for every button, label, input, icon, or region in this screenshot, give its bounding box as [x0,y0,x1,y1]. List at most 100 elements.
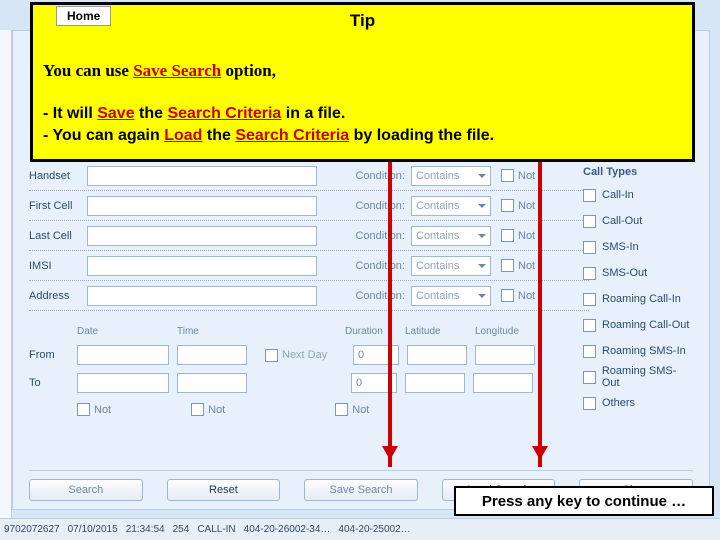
status-cell1: 404-20-26002-34… [244,524,331,535]
to-time-input[interactable] [177,373,247,393]
ct-roaming-call-in[interactable]: Roaming Call-In [583,286,693,312]
left-panel-edge [0,30,12,518]
checkbox-icon [583,189,596,202]
checkbox-icon [583,319,596,332]
lastcell-not-checkbox[interactable]: Not [501,229,535,242]
status-date: 07/10/2015 [68,524,118,535]
ct-sms-out[interactable]: SMS-Out [583,260,693,286]
address-label: Address [29,290,87,302]
lat-from-input[interactable] [407,345,467,365]
checkbox-icon [191,403,204,416]
ct-roaming-sms-out[interactable]: Roaming SMS-Out [583,364,693,390]
checkbox-icon [501,229,514,242]
search-button[interactable]: Search [29,479,143,501]
address-input[interactable] [87,286,317,306]
date-headers: Date Time Duration Latitude Longitude [29,326,569,337]
status-cell2: 404-20-25002… [338,524,410,535]
hdr-time: Time [177,326,255,337]
address-cond-label: Condition: [335,290,405,302]
checkbox-icon [265,349,278,362]
ct-sms-in[interactable]: SMS-In [583,234,693,260]
from-date-input[interactable] [77,345,169,365]
lastcell-input[interactable] [87,226,317,246]
status-bar: 9702072627 07/10/2015 21:34:54 254 CALL-… [0,518,720,540]
handset-label: Handset [29,170,87,182]
imsi-cond-label: Condition: [335,260,405,272]
continue-prompt: Press any key to continue … [454,486,714,516]
call-types-title: Call Types [583,166,693,178]
lastcell-label: Last Cell [29,230,87,242]
tip-line1: You can use Save Search option, [43,61,682,81]
home-tab[interactable]: Home [56,6,111,26]
firstcell-not-checkbox[interactable]: Not [501,199,535,212]
checkbox-icon [501,289,514,302]
address-not-checkbox[interactable]: Not [501,289,535,302]
handset-cond-select[interactable]: Contains [411,166,491,186]
lastcell-cond-label: Condition: [335,230,405,242]
checkbox-icon [501,169,514,182]
field-lastcell: Last Cell Condition: Contains Not [29,221,589,251]
checkbox-icon [501,259,514,272]
address-cond-select[interactable]: Contains [411,286,491,306]
imsi-label: IMSI [29,260,87,272]
reset-button[interactable]: Reset [167,479,281,501]
lon-to-input[interactable] [473,373,533,393]
checkbox-icon [583,241,596,254]
from-nextday-checkbox[interactable]: Next Day [265,349,345,362]
checkbox-icon [583,345,596,358]
not-row: Not Not Not [29,403,569,416]
tip-line2: - It will Save the Search Criteria in a … [43,103,682,146]
hdr-duration: Duration [345,326,405,337]
hdr-lon: Longitude [475,326,545,337]
ct-others[interactable]: Others [583,390,693,416]
imsi-cond-select[interactable]: Contains [411,256,491,276]
ct-roaming-call-out[interactable]: Roaming Call-Out [583,312,693,338]
status-time: 21:34:54 [126,524,165,535]
status-phone: 9702072627 [4,524,60,535]
duration-not-checkbox[interactable]: Not [335,403,369,416]
duration-from-input[interactable]: 0 [353,345,399,365]
callout-arrow-icon [388,162,392,467]
call-types-panel: Call Types Call-In Call-Out SMS-In SMS-O… [583,166,693,416]
checkbox-icon [583,215,596,228]
to-date-input[interactable] [77,373,169,393]
from-row: From Next Day 0 [29,341,569,369]
firstcell-label: First Cell [29,200,87,212]
lon-from-input[interactable] [475,345,535,365]
firstcell-cond-label: Condition: [335,200,405,212]
checkbox-icon [77,403,90,416]
hdr-date: Date [77,326,177,337]
ct-call-out[interactable]: Call-Out [583,208,693,234]
hdr-lat: Latitude [405,326,475,337]
lat-to-input[interactable] [405,373,465,393]
status-type: CALL-IN [197,524,235,535]
from-time-input[interactable] [177,345,247,365]
save-search-button[interactable]: Save Search [304,479,418,501]
checkbox-icon [501,199,514,212]
status-dur: 254 [173,524,190,535]
checkbox-icon [335,403,348,416]
handset-not-checkbox[interactable]: Not [501,169,535,182]
field-handset: Handset Condition: Contains Not [29,161,589,191]
checkbox-icon [583,267,596,280]
field-imsi: IMSI Condition: Contains Not [29,251,589,281]
ct-roaming-sms-in[interactable]: Roaming SMS-In [583,338,693,364]
firstcell-cond-select[interactable]: Contains [411,196,491,216]
checkbox-icon [583,397,596,410]
imsi-not-checkbox[interactable]: Not [501,259,535,272]
ct-call-in[interactable]: Call-In [583,182,693,208]
handset-input[interactable] [87,166,317,186]
firstcell-input[interactable] [87,196,317,216]
tip-title: Tip [43,11,682,31]
to-row: To 0 [29,369,569,397]
lastcell-cond-select[interactable]: Contains [411,226,491,246]
criteria-fields: Handset Condition: Contains Not First Ce… [29,161,589,311]
imsi-input[interactable] [87,256,317,276]
field-firstcell: First Cell Condition: Contains Not [29,191,589,221]
callout-arrow-icon [538,162,542,467]
date-not-checkbox[interactable]: Not [77,403,111,416]
date-section: Date Time Duration Latitude Longitude Fr… [29,326,569,416]
time-not-checkbox[interactable]: Not [191,403,225,416]
from-label: From [29,349,69,361]
checkbox-icon [583,371,596,384]
